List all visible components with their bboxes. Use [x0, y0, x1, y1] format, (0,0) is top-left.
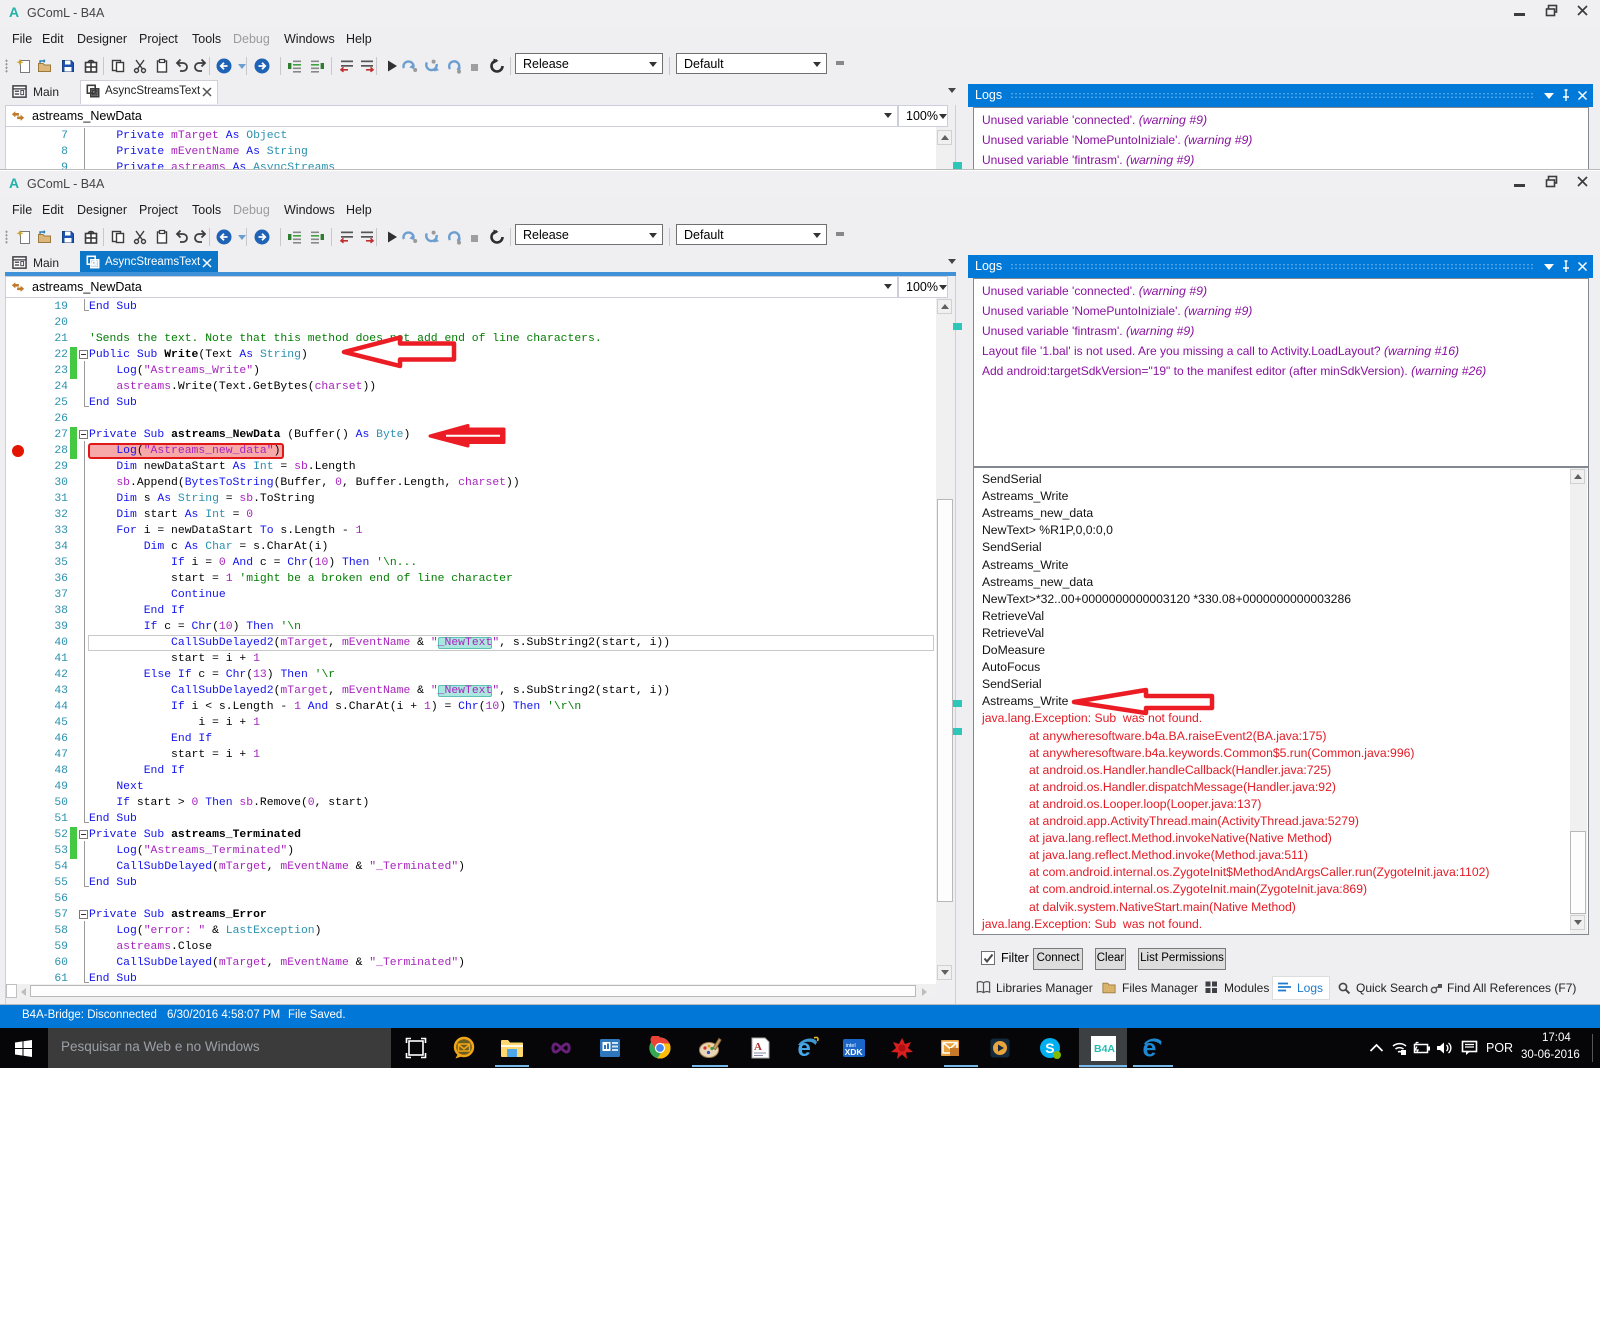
svg-text:XDK: XDK	[845, 1047, 864, 1057]
svg-text:A: A	[754, 1041, 762, 1053]
svg-text:S: S	[1045, 1040, 1054, 1056]
